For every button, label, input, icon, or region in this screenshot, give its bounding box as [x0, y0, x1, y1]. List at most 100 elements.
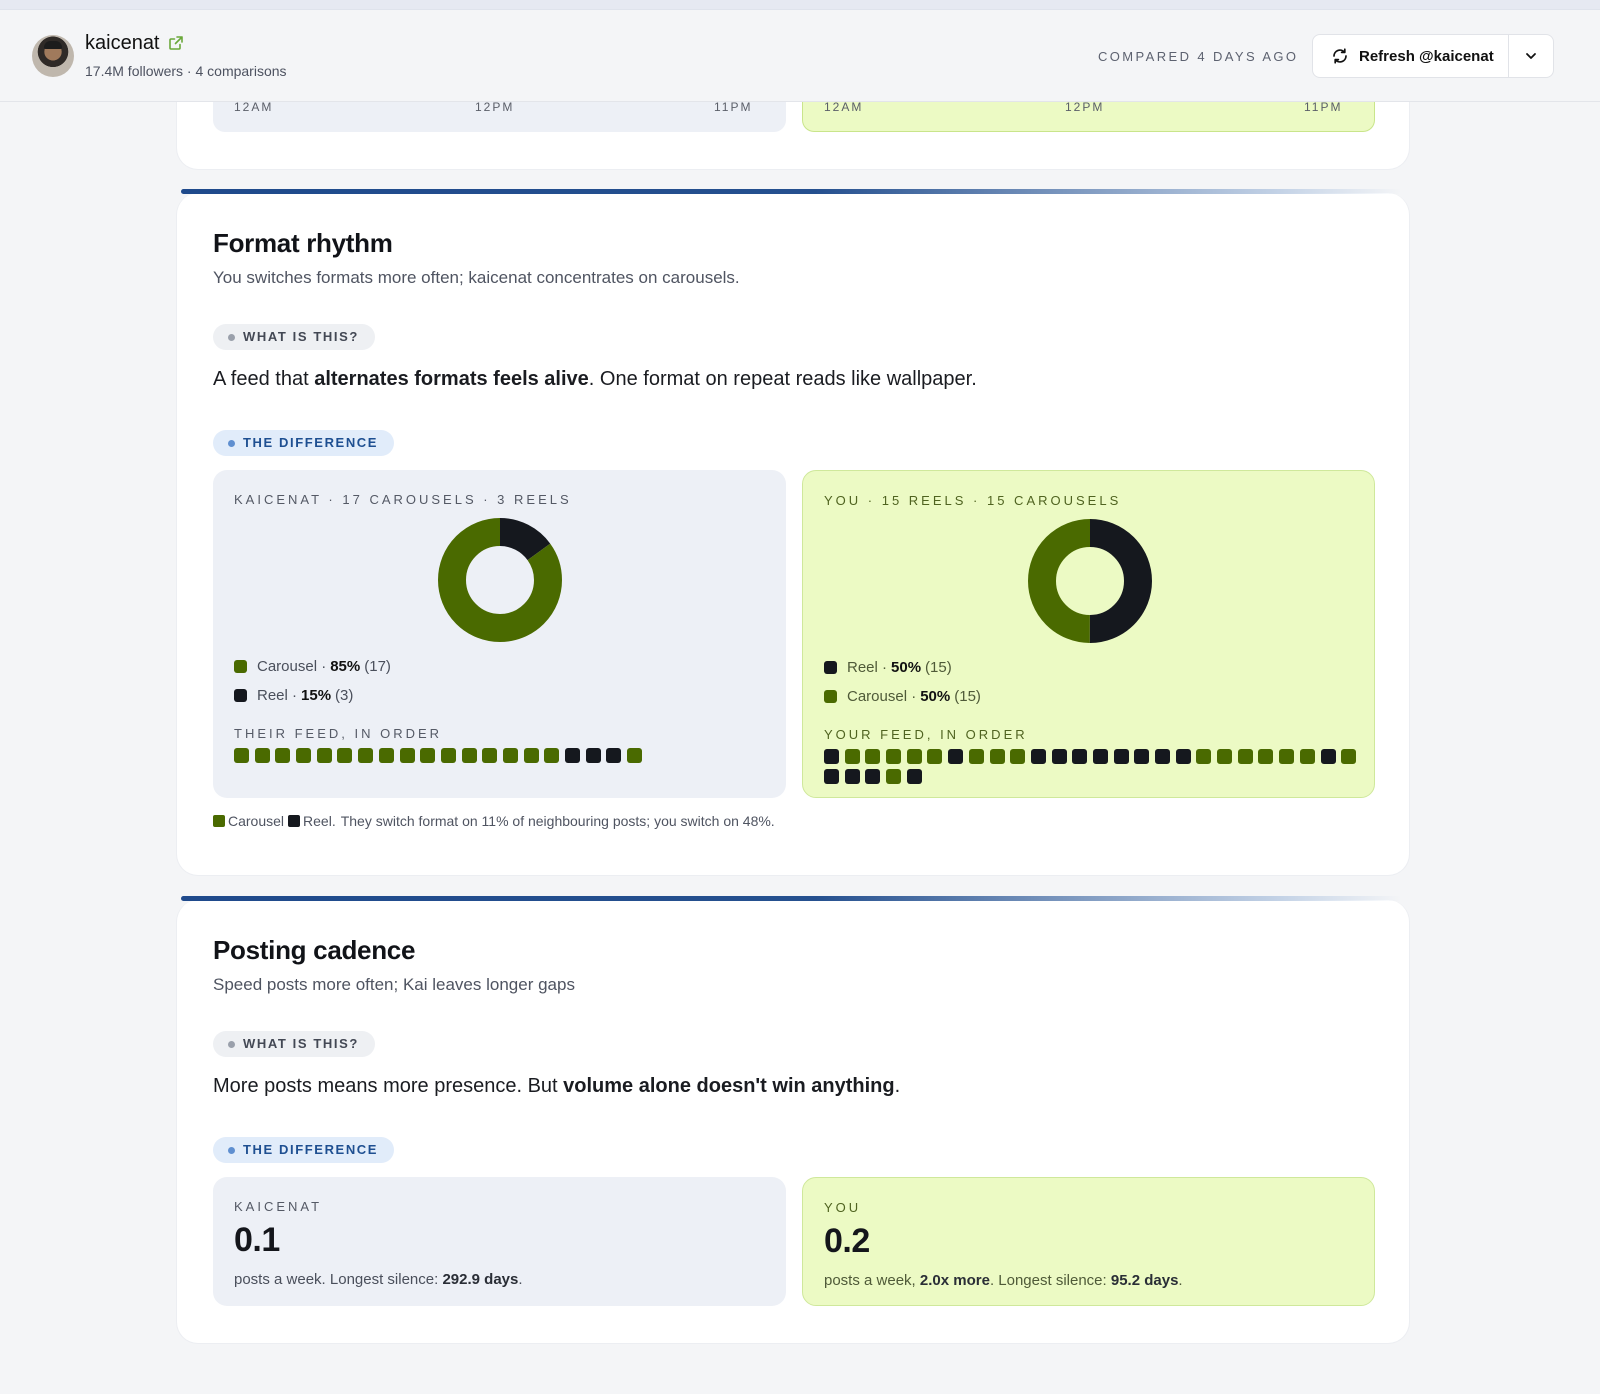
- profile-header: kaicenat 17.4M followers · 4 comparisons…: [0, 10, 1600, 102]
- tick-12am: 12AM: [234, 100, 274, 114]
- carousel-swatch: [234, 660, 247, 673]
- reel-swatch: [288, 815, 301, 827]
- feed-post-carousel: [844, 749, 860, 764]
- feed-post-reel: [844, 769, 860, 784]
- legend-carousel: Carousel · 50% (15): [824, 688, 981, 705]
- cadence-description: posts a week. Longest silence: 292.9 day…: [234, 1271, 523, 1288]
- section-subtitle: You switches formats more often; kaicena…: [213, 268, 740, 287]
- feed-post-carousel: [1299, 749, 1315, 764]
- feed-post-carousel: [523, 748, 539, 763]
- posting-cadence-card: Posting cadence Speed posts more often; …: [176, 896, 1410, 1344]
- what-is-this-pill[interactable]: WHAT IS THIS?: [213, 1031, 375, 1057]
- panel-heading: KAICENAT · 17 CAROUSELS · 3 REELS: [234, 492, 572, 507]
- reel-swatch: [824, 661, 837, 674]
- feed-post-carousel: [1196, 749, 1212, 764]
- tick-12am: 12AM: [824, 100, 864, 114]
- compared-timestamp: COMPARED 4 DAYS AGO: [1098, 49, 1299, 64]
- their-cadence-panel: KAICENAT 0.1 posts a week. Longest silen…: [213, 1177, 786, 1306]
- your-cadence-panel: YOU 0.2 posts a week, 2.0x more. Longest…: [802, 1177, 1375, 1306]
- their-format-donut: [438, 518, 562, 642]
- feed-post-carousel: [316, 748, 332, 763]
- feed-post-carousel: [989, 749, 1005, 764]
- section-subtitle: Speed posts more often; Kai leaves longe…: [213, 975, 575, 994]
- legend-reel: Reel · 50% (15): [824, 659, 952, 676]
- feed-post-carousel: [461, 748, 477, 763]
- your-format-panel: YOU · 15 REELS · 15 CAROUSELS Reel · 50%…: [802, 470, 1375, 798]
- feed-post-reel: [565, 748, 580, 763]
- their-format-panel: KAICENAT · 17 CAROUSELS · 3 REELS Carous…: [213, 470, 786, 798]
- feed-post-carousel: [482, 748, 498, 763]
- feed-post-carousel: [1237, 749, 1253, 764]
- feed-post-carousel: [420, 748, 436, 763]
- feed-post-carousel: [296, 748, 312, 763]
- reel-swatch: [234, 689, 247, 702]
- feed-post-reel: [1092, 749, 1108, 764]
- feed-post-carousel: [927, 749, 943, 764]
- feed-post-reel: [1134, 749, 1150, 764]
- feed-post-reel: [948, 749, 964, 764]
- refresh-button-group: Refresh @kaicenat: [1312, 34, 1554, 78]
- your-feed-sequence: [824, 749, 1360, 784]
- panel-heading: YOU: [824, 1200, 862, 1215]
- feed-post-reel: [906, 769, 922, 784]
- feed-post-carousel: [886, 769, 902, 784]
- profile-meta: 17.4M followers · 4 comparisons: [85, 63, 287, 79]
- tick-12pm: 12PM: [475, 100, 515, 114]
- avatar[interactable]: [32, 35, 74, 77]
- feed-post-reel: [824, 749, 839, 764]
- feed-post-carousel: [968, 749, 984, 764]
- feed-post-carousel: [502, 748, 518, 763]
- carousel-swatch: [824, 690, 837, 703]
- cadence-description: posts a week, 2.0x more. Longest silence…: [824, 1272, 1183, 1289]
- tick-11pm: 11PM: [1304, 100, 1343, 114]
- tick-11pm: 11PM: [714, 100, 753, 114]
- feed-label: THEIR FEED, IN ORDER: [234, 726, 443, 741]
- feed-post-carousel: [1279, 749, 1295, 764]
- feed-post-carousel: [358, 748, 374, 763]
- feed-post-reel: [1072, 749, 1088, 764]
- feed-post-carousel: [337, 748, 353, 763]
- chevron-down-icon: [1526, 53, 1536, 59]
- difference-pill: THE DIFFERENCE: [213, 430, 395, 456]
- feed-post-carousel: [440, 748, 456, 763]
- feed-post-reel: [1155, 749, 1170, 764]
- feed-post-carousel: [906, 749, 922, 764]
- card-accent-bar: [181, 896, 1401, 901]
- format-rhythm-card: Format rhythm You switches formats more …: [176, 189, 1410, 876]
- feed-post-reel: [1030, 749, 1046, 764]
- section-title: Posting cadence: [213, 935, 416, 965]
- card-accent-bar: [181, 189, 1401, 194]
- feed-post-carousel: [627, 748, 643, 763]
- tick-12pm: 12PM: [1065, 100, 1105, 114]
- legend-carousel: Carousel · 85% (17): [234, 658, 391, 675]
- section-title: Format rhythm: [213, 228, 393, 258]
- refresh-label: Refresh @kaicenat: [1359, 47, 1494, 65]
- feed-post-reel: [824, 769, 839, 784]
- feed-post-reel: [865, 769, 881, 784]
- refresh-button[interactable]: Refresh @kaicenat: [1313, 35, 1509, 77]
- explanation: More posts means more presence. But volu…: [213, 1075, 901, 1097]
- profile-name[interactable]: kaicenat: [85, 32, 160, 55]
- refresh-dropdown-button[interactable]: [1509, 35, 1553, 77]
- what-is-this-pill[interactable]: WHAT IS THIS?: [213, 324, 375, 350]
- feed-post-carousel: [865, 749, 881, 764]
- feed-post-carousel: [275, 748, 291, 763]
- feed-post-carousel: [544, 748, 560, 763]
- posts-per-week-value: 0.2: [824, 1222, 870, 1260]
- feed-post-reel: [1113, 749, 1129, 764]
- feed-post-carousel: [378, 748, 394, 763]
- your-format-donut: [1028, 519, 1152, 643]
- feed-post-reel: [1175, 749, 1191, 764]
- feed-post-carousel: [1010, 749, 1026, 764]
- difference-pill: THE DIFFERENCE: [213, 1137, 395, 1163]
- format-footnote: Carousel Reel. They switch format on 11%…: [213, 813, 775, 829]
- their-feed-sequence: [234, 748, 770, 763]
- feed-post-carousel: [399, 748, 415, 763]
- panel-heading: KAICENAT: [234, 1199, 323, 1214]
- legend-reel: Reel · 15% (3): [234, 687, 353, 704]
- top-border: [0, 0, 1600, 10]
- feed-post-reel: [1320, 749, 1336, 764]
- feed-post-carousel: [1258, 749, 1274, 764]
- feed-post-reel: [1051, 749, 1067, 764]
- external-link-icon[interactable]: [168, 35, 184, 51]
